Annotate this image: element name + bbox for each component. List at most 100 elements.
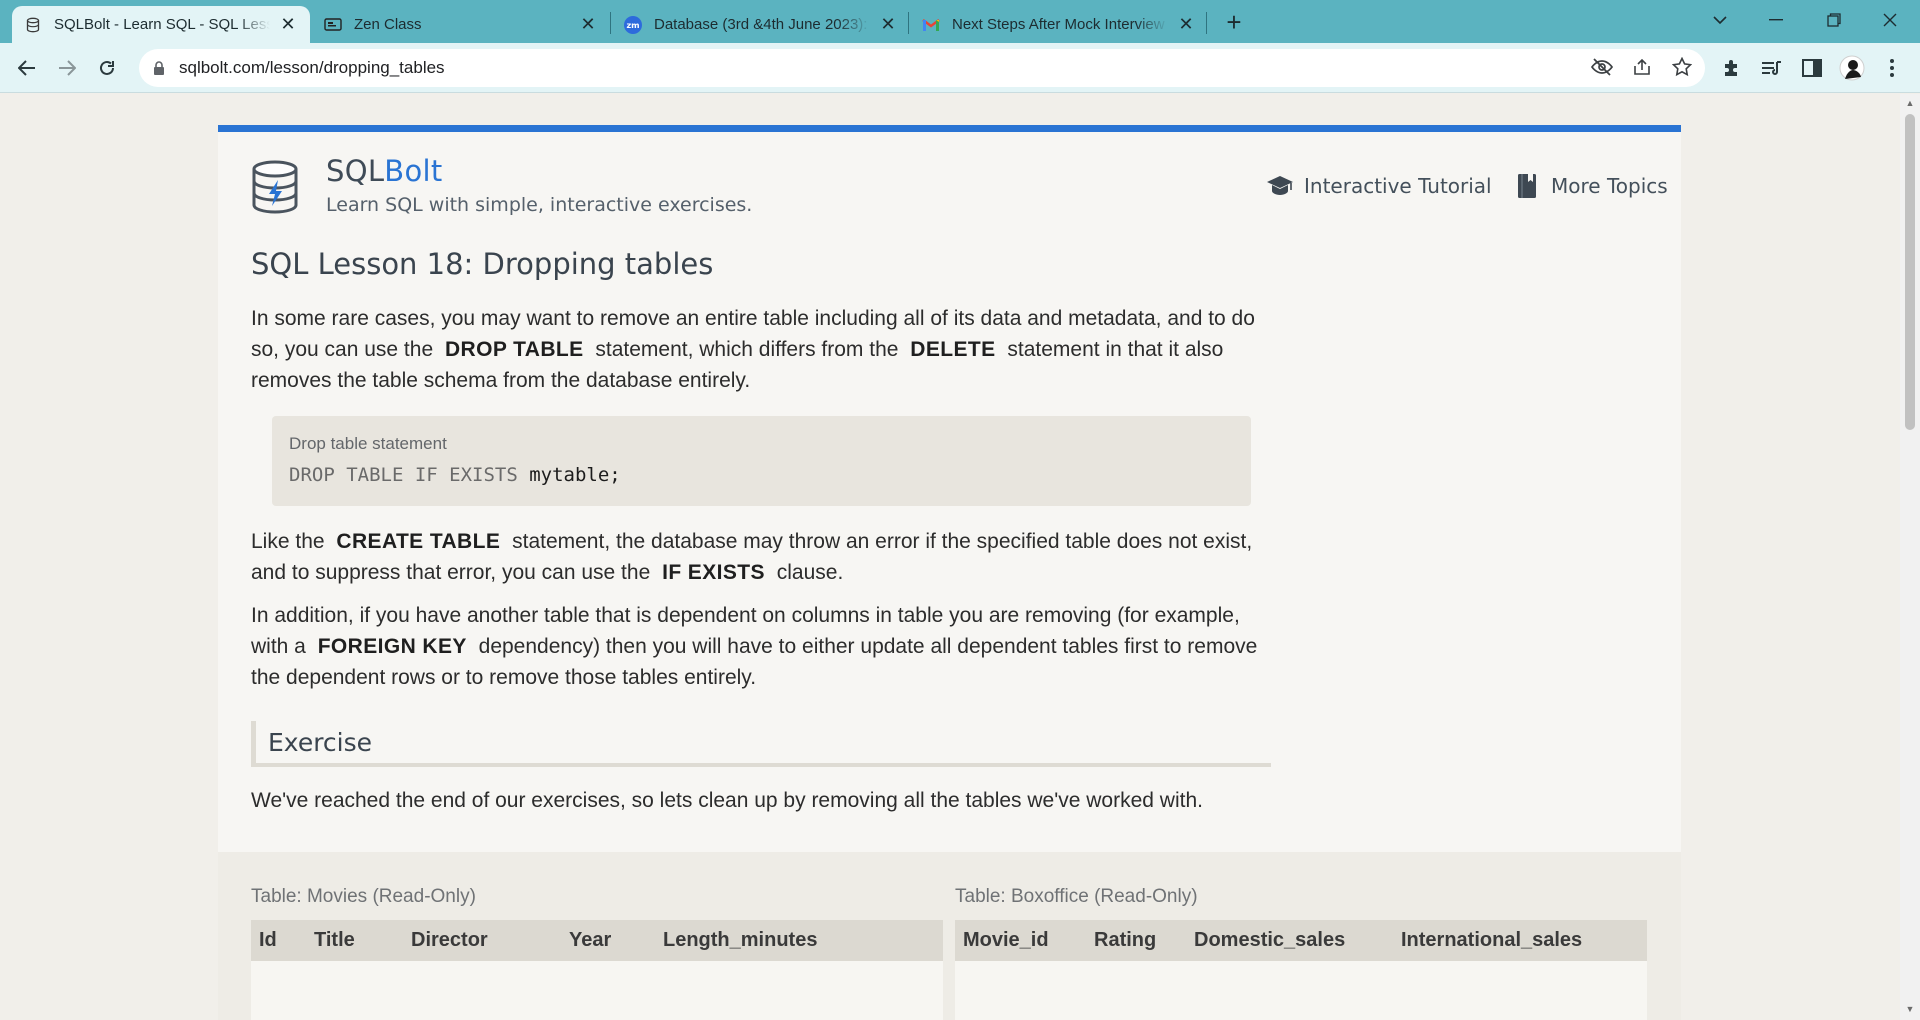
brand-bolt: Bolt [384,154,443,188]
scrollbar-thumb[interactable] [1905,114,1915,430]
tab-separator [1206,12,1207,34]
graduation-cap-icon [1266,172,1294,200]
code-example-box: Drop table statement DROP TABLE IF EXIST… [272,416,1251,506]
eye-off-icon[interactable] [1588,53,1616,81]
table-header-row: Id Title Director Year Length_minutes [251,920,943,961]
movies-table: Id Title Director Year Length_minutes [251,920,943,1020]
table-header-row: Movie_id Rating Domestic_sales Internati… [955,920,1647,961]
tab-title: Zen Class [354,16,422,33]
restore-icon [1827,13,1841,27]
nav-more-topics[interactable]: More Topics [1513,172,1668,200]
scroll-down-icon[interactable]: ▼ [1905,1004,1915,1014]
restore-button[interactable] [1806,0,1862,40]
nav-interactive-tutorial[interactable]: Interactive Tutorial [1266,172,1492,200]
column-header: Director [403,920,561,961]
keyword-drop-table: DROP TABLE [444,338,584,361]
column-header: Domestic_sales [1186,920,1393,961]
table-row [955,961,1647,1020]
star-icon[interactable] [1668,53,1696,81]
minimize-icon [1769,19,1783,21]
column-header: Rating [1086,920,1186,961]
boxoffice-table-block: Table: Boxoffice (Read-Only) Movie_id Ra… [955,886,1647,1020]
side-panel-icon[interactable] [1798,54,1826,82]
extensions-icon[interactable] [1718,54,1746,82]
close-icon [1883,13,1897,27]
lock-icon[interactable] [153,60,169,76]
gmail-icon [922,16,940,34]
table-caption: Table: Movies (Read-Only) [251,886,476,907]
browser-toolbar: sqlbolt.com/lesson/dropping_tables [0,43,1920,93]
database-icon [24,16,42,34]
book-icon [1513,172,1541,200]
movies-table-block: Table: Movies (Read-Only) Id Title Direc… [251,886,943,1020]
column-header: Length_minutes [655,920,943,961]
share-icon[interactable] [1628,53,1656,81]
text-run: Like the [251,530,325,553]
keyword-delete: DELETE [910,338,996,361]
zoom-badge: zm [626,20,639,30]
address-bar[interactable]: sqlbolt.com/lesson/dropping_tables [139,49,1705,87]
column-header: Id [251,920,306,961]
keyword-create-table: CREATE TABLE [336,530,501,553]
url-text[interactable]: sqlbolt.com/lesson/dropping_tables [179,58,445,78]
page-scrollbar[interactable]: ▲ ▼ [1900,94,1920,1020]
tab-strip: SQLBolt - Learn SQL - SQL Lesson 18: Dro… [0,0,1920,43]
close-icon[interactable]: ✕ [1176,14,1196,35]
exercise-text: We've reached the end of our exercises, … [251,789,1203,812]
table-row [251,961,943,1020]
reload-icon [100,60,114,75]
chevron-down-icon [1713,16,1727,25]
sqlbolt-logo-icon[interactable] [250,160,300,214]
keyword-if-exists: IF EXISTS [662,561,765,584]
scroll-up-icon[interactable]: ▲ [1905,98,1915,108]
tab-zen-class[interactable]: Zen Class ✕ [312,6,610,43]
zen-class-icon [324,16,342,34]
column-header: International_sales [1393,920,1647,961]
tab-title: SQLBolt - Learn SQL - SQL Lesson 18: Dro… [54,16,270,33]
lesson-paragraph-1: In some rare cases, you may want to remo… [251,303,1276,396]
tab-separator [610,12,611,34]
close-icon[interactable]: ✕ [278,14,298,35]
close-icon[interactable]: ✕ [578,14,598,35]
zoom-icon: zm [624,15,642,34]
tab-title: Database (3rd &4th June 2023): [654,16,868,33]
minimize-button[interactable] [1748,0,1804,40]
lesson-paragraph-3: In addition, if you have another table t… [251,600,1276,693]
code-keywords: DROP TABLE IF EXISTS [289,464,518,486]
media-queue-icon[interactable] [1758,54,1786,82]
tab-gmail[interactable]: Next Steps After Mock Interview ✕ [910,6,1208,43]
exercise-tables-area: Table: Movies (Read-Only) Id Title Direc… [218,852,1681,1020]
page-viewport: SQLBolt Learn SQL with simple, interacti… [0,94,1900,1020]
site-tagline: Learn SQL with simple, interactive exerc… [326,194,753,216]
nav-label: More Topics [1551,174,1668,198]
tab-separator [908,12,909,34]
column-header: Title [306,920,403,961]
text-run: clause. [776,561,844,584]
tab-search-button[interactable] [1692,0,1748,40]
column-header: Year [561,920,655,961]
tab-database[interactable]: zm Database (3rd &4th June 2023): ✕ [612,6,910,43]
forward-button[interactable] [52,53,82,83]
site-brand[interactable]: SQLBolt [326,154,443,188]
boxoffice-table: Movie_id Rating Domestic_sales Internati… [955,920,1647,1020]
back-button[interactable] [12,53,42,83]
page-title: SQL Lesson 18: Dropping tables [251,247,714,281]
tab-sqlbolt[interactable]: SQLBolt - Learn SQL - SQL Lesson 18: Dro… [12,6,310,43]
lesson-content: SQL Lesson 18: Dropping tables In some r… [251,247,1276,816]
arrow-left-icon [18,60,35,76]
avatar[interactable] [1838,54,1866,82]
close-window-button[interactable] [1862,0,1918,40]
lesson-paragraph-2: Like the CREATE TABLE statement, the dat… [251,526,1276,588]
reload-button[interactable] [92,53,122,83]
close-icon[interactable]: ✕ [878,14,898,35]
tab-title: Next Steps After Mock Interview [952,16,1165,33]
keyword-foreign-key: FOREIGN KEY [317,635,467,658]
exercise-heading: Exercise [251,721,1271,767]
lesson-card: SQLBolt Learn SQL with simple, interacti… [218,125,1681,1020]
arrow-right-icon [59,60,76,76]
new-tab-button[interactable]: + [1220,7,1248,37]
code-identifier: mytable; [529,464,621,486]
kebab-menu-icon[interactable] [1878,54,1906,82]
nav-label: Interactive Tutorial [1304,174,1492,198]
code-line: DROP TABLE IF EXISTS mytable; [289,464,1234,486]
